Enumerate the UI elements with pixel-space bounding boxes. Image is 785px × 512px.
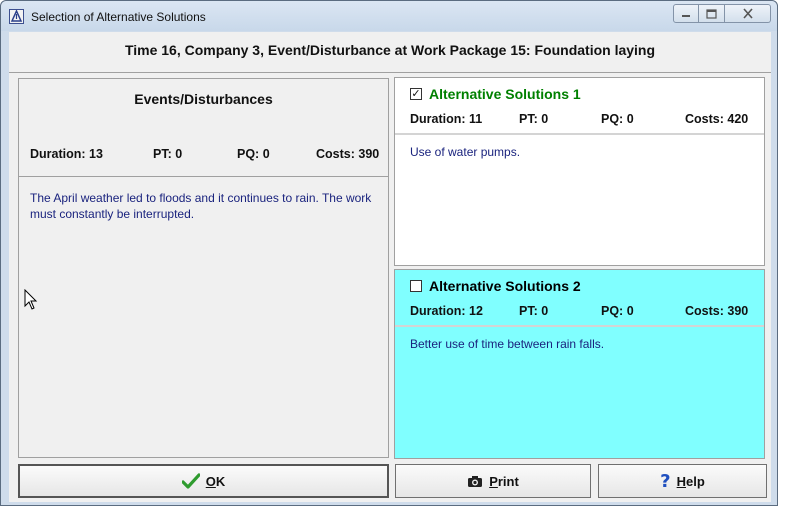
help-label: Help (676, 473, 705, 489)
events-description: The April weather led to floods and it c… (30, 191, 372, 221)
app-icon (9, 9, 24, 24)
alternative-1-checkbox[interactable]: ✓ (410, 88, 422, 100)
alternative-2-pq: PQ: 0 (601, 304, 634, 318)
alternative-2-divider (395, 325, 764, 327)
print-label: Print (489, 473, 519, 489)
alternative-2-title[interactable]: Alternative Solutions 2 (429, 278, 581, 294)
ok-label: OK (205, 473, 226, 489)
alternative-1-pt: PT: 0 (519, 112, 549, 126)
page-title: Time 16, Company 3, Event/Disturbance at… (124, 42, 656, 58)
dialog-window: Selection of Alternative Solutions Time … (0, 0, 778, 506)
alternative-panel-1[interactable]: ✓ Alternative Solutions 1 Duration: 11 P… (394, 77, 765, 266)
alternative-1-costs: Costs: 420 (685, 112, 749, 126)
camera-icon (468, 475, 483, 487)
question-icon: ? (660, 470, 671, 492)
alternative-1-title[interactable]: Alternative Solutions 1 (429, 86, 581, 102)
checkmark-icon (181, 473, 200, 489)
window-title: Selection of Alternative Solutions (31, 10, 206, 24)
events-divider (19, 176, 388, 177)
alternative-2-costs: Costs: 390 (685, 304, 749, 318)
maximize-button[interactable] (699, 4, 725, 23)
caption-buttons (673, 4, 771, 23)
close-button[interactable] (725, 4, 771, 23)
header-divider (9, 72, 771, 73)
minimize-icon (682, 14, 690, 17)
mouse-cursor-icon (24, 289, 38, 310)
alternative-2-checkbox[interactable] (410, 280, 422, 292)
alternative-1-divider (395, 133, 764, 135)
events-title: Events/Disturbances (134, 91, 273, 107)
title-bar[interactable]: Selection of Alternative Solutions (1, 1, 777, 31)
events-pt: PT: 0 (153, 147, 183, 161)
alternative-panel-2[interactable]: Alternative Solutions 2 Duration: 12 PT:… (394, 269, 765, 459)
close-icon (742, 8, 753, 19)
events-panel: Events/Disturbances Duration: 13 PT: 0 P… (18, 78, 389, 458)
alternative-2-pt: PT: 0 (519, 304, 549, 318)
maximize-icon (706, 8, 717, 19)
events-costs: Costs: 390 (316, 147, 380, 161)
events-duration: Duration: 13 (30, 147, 103, 161)
dialog-content: Time 16, Company 3, Event/Disturbance at… (9, 32, 771, 502)
alternative-2-duration: Duration: 12 (410, 304, 483, 318)
alternative-1-description: Use of water pumps. (410, 145, 521, 159)
events-pq: PQ: 0 (237, 147, 270, 161)
minimize-button[interactable] (673, 4, 699, 23)
print-button[interactable]: Print (395, 464, 591, 498)
ok-button[interactable]: OK (18, 464, 389, 498)
alternative-1-pq: PQ: 0 (601, 112, 634, 126)
alternative-2-description: Better use of time between rain falls. (410, 337, 605, 351)
help-button[interactable]: ? Help (598, 464, 767, 498)
alternative-1-duration: Duration: 11 (410, 112, 483, 126)
